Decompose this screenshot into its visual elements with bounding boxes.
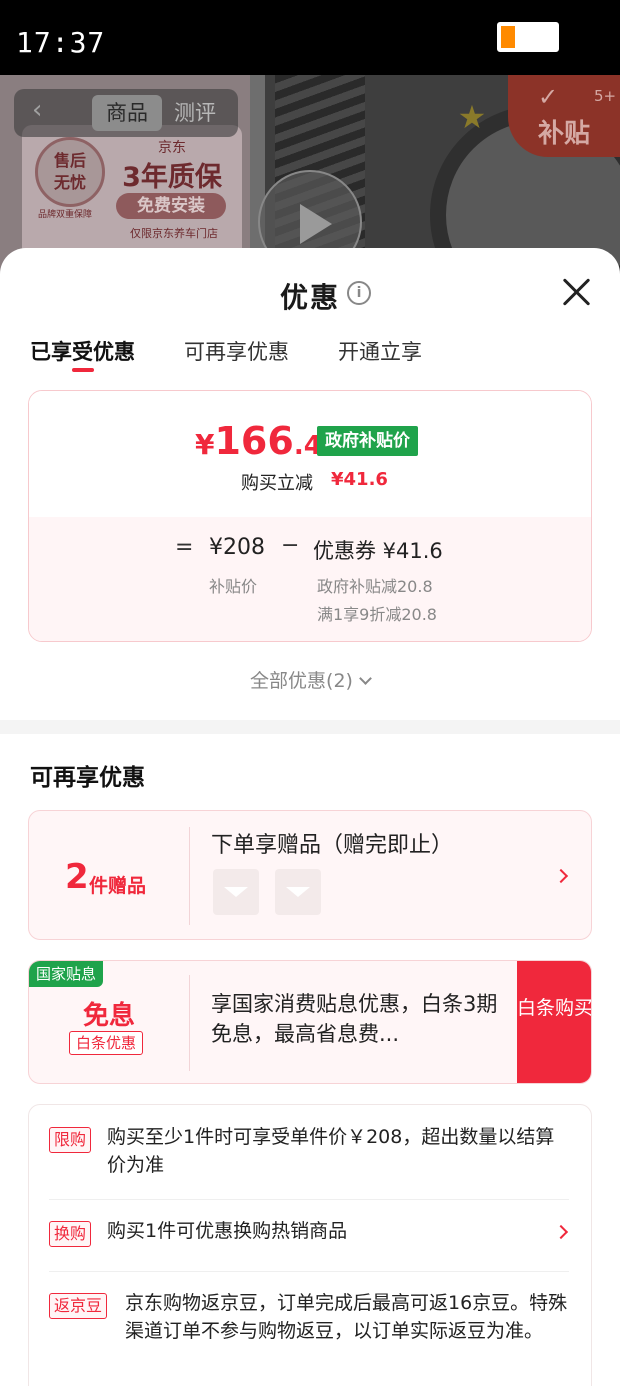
subsidy-tag[interactable]: ✓ 5+ 补贴 [508, 75, 620, 157]
rule-tag: 限购 [49, 1127, 92, 1153]
star-icon[interactable]: ★ [452, 97, 492, 137]
battery-icon [497, 22, 559, 52]
price-summary-card: ¥166.4 政府补贴价 购买立减 ¥41.6 = ¥208 − 优惠券 ¥41… [28, 390, 592, 642]
subsidy-label: 补贴 [538, 119, 591, 149]
after-sales-badge: 售后 无忧 [35, 137, 105, 207]
interest-free-headline: 免息 [82, 1001, 135, 1031]
base-price-label: 补贴价 [209, 577, 258, 596]
gift-count: 2 [65, 857, 89, 897]
baitiao-buy-button[interactable]: 白条购买 [517, 961, 591, 1083]
instant-discount-amount: ¥41.6 [331, 469, 388, 490]
final-price: ¥166.4 [195, 419, 322, 463]
product-top-tabs: ‹ 商品 测评 [14, 89, 238, 137]
close-icon[interactable] [556, 272, 596, 312]
promo-headline: 3年质保 [122, 162, 222, 193]
promo-note: 仅限京东养车门店 [130, 227, 218, 240]
status-bar: 17:37 [0, 0, 620, 75]
chevron-down-icon [359, 672, 372, 685]
gov-price-tag: 政府补贴价 [317, 426, 418, 456]
back-icon[interactable]: ‹ [32, 95, 42, 125]
instant-discount-label: 购买立减 [241, 473, 313, 494]
minus-sign: − [281, 533, 300, 558]
promo-small: 品牌双重保障 [37, 210, 92, 220]
info-icon[interactable]: i [347, 281, 371, 305]
rule-tag: 返京豆 [49, 1293, 108, 1319]
interest-description: 享国家消费贴息优惠，白条3期免息，最高省息费... [211, 992, 498, 1046]
national-subsidy-tag: 国家贴息 [29, 961, 104, 987]
promo-install-button: 免费安装 [116, 193, 226, 219]
active-tab-indicator [72, 368, 94, 372]
tab-more-offers[interactable]: 可再享优惠 [184, 336, 289, 366]
base-price: ¥208 [209, 535, 265, 560]
subsidy-logo-icon: ✓ [538, 83, 559, 111]
all-offers-toggle[interactable]: 全部优惠(2) [0, 666, 620, 693]
gift-card[interactable]: 2 件赠品 下单享赠品（赠完即止） [28, 810, 592, 940]
tab-product[interactable]: 商品 [92, 95, 162, 131]
deduction-discount: 满1享9折减20.8 [317, 605, 437, 624]
rule-text: 购买至少1件时可享受单件价￥208，超出数量以结算价为准 [107, 1126, 555, 1176]
offers-sheet: 优惠 i 已享受优惠 可再享优惠 开通立享 ¥166.4 政府补贴价 购买立减 … [0, 248, 620, 1386]
chevron-right-icon [553, 1224, 569, 1240]
more-offers-title: 可再享优惠 [30, 765, 145, 791]
chevron-right-icon [553, 868, 569, 884]
rule-divider [49, 1199, 569, 1200]
tab-activate-offers[interactable]: 开通立享 [338, 336, 422, 366]
tab-review[interactable]: 测评 [174, 95, 216, 131]
deduction-gov: 政府补贴减20.8 [317, 577, 433, 596]
promo-brand: 京东 [158, 140, 186, 156]
sheet-title: 优惠 [279, 281, 340, 314]
rules-card: 限购 购买至少1件时可享受单件价￥208，超出数量以结算价为准 换购 购买1件可… [28, 1104, 592, 1386]
gift-title: 下单享赠品（赠完即止） [211, 833, 454, 858]
product-backdrop[interactable]: 售后 无忧 京东 3年质保 免费安装 仅限京东养车门店 品牌双重保障 ‹ 商品 … [0, 75, 620, 275]
baitiao-tag: 白条优惠 [69, 1031, 144, 1055]
gift-thumbnail[interactable] [213, 869, 259, 915]
interest-free-card[interactable]: 国家贴息 免息 白条优惠 享国家消费贴息优惠，白条3期免息，最高省息费... 白… [28, 960, 592, 1084]
gift-thumbnail[interactable] [275, 869, 321, 915]
section-divider [0, 720, 620, 734]
rule-text: 京东购物返京豆，订单完成后最高可返16京豆。特殊渠道订单不参与购物返豆，以订单实… [125, 1292, 568, 1342]
coupon-amount: 优惠券 ¥41.6 [313, 539, 443, 563]
gift-unit: 件赠品 [89, 875, 147, 897]
status-time: 17:37 [16, 26, 106, 59]
tab-enjoyed-offers[interactable]: 已享受优惠 [30, 336, 135, 366]
rule-tag: 换购 [49, 1221, 92, 1247]
rule-text: 购买1件可优惠换购热销商品 [107, 1220, 348, 1242]
rule-divider [49, 1271, 569, 1272]
equals-sign: = [175, 535, 194, 560]
subsidy-count: 5+ [594, 87, 617, 105]
